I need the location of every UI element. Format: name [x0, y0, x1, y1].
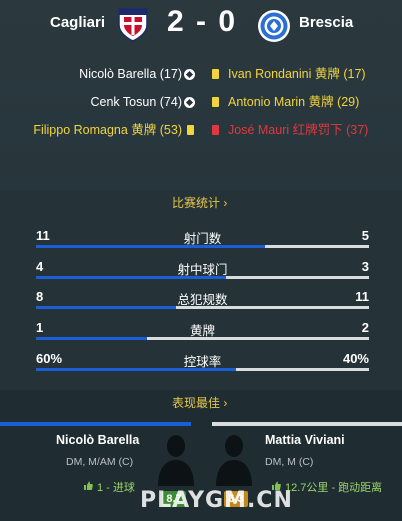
- home-event-goal: Nicolò Barella (17): [79, 67, 182, 81]
- stat-row-shots-on-target: 4 射中球门 3: [36, 255, 369, 281]
- stat-row-possession: 60% 控球率 40%: [36, 347, 369, 373]
- match-stats-link[interactable]: 比赛统计 ›: [172, 194, 227, 211]
- stat-row-fouls: 8 总犯规数 11: [36, 285, 369, 311]
- stat-away-value: 40%: [342, 351, 369, 366]
- home-best-player-note: 1 - 进球: [97, 482, 135, 494]
- stat-bar-home-fill: [36, 276, 227, 279]
- stat-row-yellow-cards: 1 黄牌 2: [36, 316, 369, 342]
- stat-away-value: 2: [361, 320, 369, 335]
- player-silhouette-icon: [158, 435, 194, 486]
- yellow-card-icon: [187, 125, 194, 135]
- away-best-player-note: 12.7公里 - 跑动距离: [285, 482, 383, 494]
- away-best-player-position: DM, M (C): [265, 456, 314, 468]
- cagliari-crest-icon[interactable]: [116, 5, 150, 43]
- red-card-icon: [212, 125, 219, 135]
- match-score: 2 - 0: [166, 5, 238, 38]
- player-silhouette-icon: [216, 435, 252, 486]
- stat-bar-home-fill: [36, 245, 265, 248]
- home-best-player-name[interactable]: Nicolò Barella: [56, 433, 139, 447]
- home-accent-bar: [0, 422, 191, 426]
- home-event-goal: Cenk Tosun (74): [90, 95, 183, 109]
- home-team-name[interactable]: Cagliari: [50, 14, 105, 31]
- yellow-card-icon: [212, 69, 219, 79]
- stat-bar-track: [36, 337, 369, 340]
- watermark: PLAYGM.CN: [140, 488, 293, 513]
- home-event-yellow-card: Filippo Romagna 黄牌 (53): [33, 123, 182, 137]
- stat-bar-track: [36, 245, 369, 248]
- stat-bar-track: [36, 368, 369, 371]
- away-event-yellow-card: Antonio Marin 黄牌 (29): [228, 95, 360, 109]
- stat-bar-track: [36, 276, 369, 279]
- stat-bar-track: [36, 306, 369, 309]
- away-team-name[interactable]: Brescia: [299, 14, 353, 31]
- stat-away-value: 11: [355, 289, 369, 304]
- goal-ball-icon: [184, 69, 195, 80]
- best-players-link[interactable]: 表现最佳 ›: [172, 394, 227, 411]
- brescia-crest-icon[interactable]: [257, 7, 291, 45]
- away-event-yellow-card: Ivan Rondanini 黄牌 (17): [228, 67, 366, 81]
- stat-bar-home-fill: [36, 337, 147, 340]
- stat-away-value: 3: [361, 259, 369, 274]
- away-accent-bar: [212, 422, 402, 426]
- stat-bar-home-fill: [36, 306, 177, 309]
- away-best-player-name[interactable]: Mattia Viviani: [265, 433, 345, 447]
- stat-row-shots: 11 射门数 5: [36, 224, 369, 250]
- stat-bar-home-fill: [36, 368, 236, 371]
- thumbs-up-icon: [84, 481, 93, 490]
- goal-ball-icon: [184, 97, 195, 108]
- home-best-player-position: DM, M/AM (C): [66, 456, 134, 468]
- yellow-card-icon: [212, 97, 219, 107]
- away-event-red-card: José Mauri 红牌罚下 (37): [228, 123, 369, 137]
- stat-away-value: 5: [361, 228, 369, 243]
